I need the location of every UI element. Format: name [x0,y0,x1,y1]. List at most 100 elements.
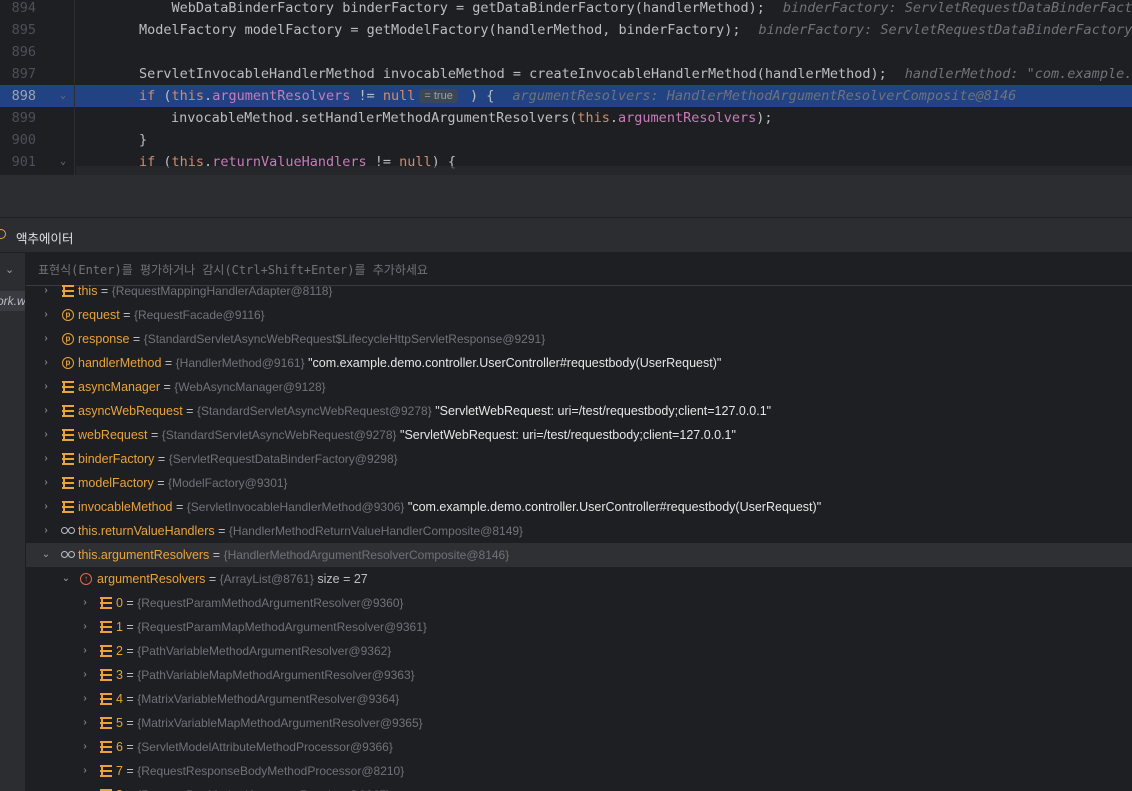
line-number[interactable]: 896 [0,41,36,63]
line-number[interactable]: 895 [0,19,36,41]
collapsed-arrow-icon[interactable]: › [40,281,52,303]
variable-type: {StandardServletAsyncWebRequest@9278} [196,404,432,418]
collapsed-arrow-icon[interactable]: › [79,735,91,759]
variable-name: this.argumentResolvers [78,548,210,562]
equals-sign: = [172,500,187,514]
collapsed-arrow-icon[interactable]: › [79,783,91,791]
tree-row[interactable]: › 7 = {RequestResponseBodyMethodProcessor… [26,759,1132,783]
inline-value-badge[interactable]: = true [419,89,458,103]
equals-sign: = [147,428,162,442]
line-number[interactable]: 900 [0,129,36,151]
collapsed-arrow-icon[interactable]: › [79,663,91,687]
collapsed-arrow-icon[interactable]: › [79,759,91,783]
variable-type: {PathVariableMapMethodArgumentResolver@9… [137,668,415,682]
tree-row[interactable]: › this = {RequestMappingHandlerAdapter@81… [26,281,1132,303]
equals-sign: = [182,404,197,418]
collapsed-arrow-icon[interactable]: › [79,639,91,663]
line-number[interactable]: 899 [0,107,36,129]
equals-sign: = [122,644,138,658]
tree-row[interactable]: › 5 = {MatrixVariableMapMethodArgumentRes… [26,711,1132,735]
collapsed-arrow-icon[interactable]: › [40,495,52,519]
line-number[interactable]: 897 [0,63,36,85]
line-number[interactable]: 898 [0,85,36,107]
code-segment: ) { [461,88,495,104]
expanded-arrow-icon[interactable]: ⌄ [40,543,52,567]
collapsed-arrow-icon[interactable]: › [40,351,52,375]
tree-row[interactable]: › p request = {RequestFacade@9116} [26,303,1132,327]
collapsed-arrow-icon[interactable]: › [79,591,91,615]
chevron-down-icon[interactable]: ⌄ [5,263,14,276]
variable-type: {HandlerMethodReturnValueHandlerComposit… [228,524,524,538]
collapsed-arrow-icon[interactable]: › [40,399,52,423]
line-number[interactable]: 901 [0,151,36,173]
code-segment: . [204,88,213,104]
expression-input[interactable] [36,260,1120,280]
variable-type: {ServletModelAttributeMethodProcessor@93… [137,740,393,754]
collapsed-arrow-icon[interactable]: › [40,327,52,351]
variable-name: 2 [116,644,123,658]
tree-row[interactable]: › binderFactory = {ServletRequestDataBind… [26,447,1132,471]
tree-row[interactable]: › 4 = {MatrixVariableMethodArgumentResolv… [26,687,1132,711]
collapsed-arrow-icon[interactable]: › [40,423,52,447]
variable-type: {StandardServletAsyncWebRequest$Lifecycl… [143,332,546,346]
variable-value: "com.example.demo.controller.UserControl… [404,500,822,514]
equals-sign: = [122,716,138,730]
tree-row[interactable]: › 2 = {PathVariableMethodArgumentResolver… [26,639,1132,663]
variable-name: 6 [116,740,123,754]
tree-row[interactable]: › 0 = {RequestParamMethodArgumentResolver… [26,591,1132,615]
editor-horizontal-scrollbar[interactable] [76,166,1132,175]
code-line: 900} [0,129,1132,151]
variable-type: {RequestParamMethodArgumentResolver@9360… [137,596,404,610]
equals-sign: = [161,356,176,370]
frame-item[interactable]: ork.w [0,291,25,311]
tree-row[interactable]: › invocableMethod = {ServletInvocableHand… [26,495,1132,519]
watch-icon [61,525,75,537]
variable-type: {ServletInvocableHandlerMethod@9306} [186,500,405,514]
variable-name: this [78,284,98,298]
collapsed-arrow-icon[interactable]: › [40,375,52,399]
variable-name: modelFactory [78,476,154,490]
field-icon [62,429,74,441]
tree-row[interactable]: › p response = {StandardServletAsyncWebReq… [26,327,1132,351]
tree-row-text: request = {RequestFacade@9116} [78,303,265,327]
tree-row[interactable]: › 6 = {ServletModelAttributeMethodProcess… [26,735,1132,759]
field-icon [62,405,74,417]
panel-splitter[interactable] [0,175,1132,218]
fold-chevron-icon[interactable]: ⌄ [60,85,66,107]
collapsed-arrow-icon[interactable]: › [40,303,52,327]
variable-name: webRequest [78,428,148,442]
collapsed-arrow-icon[interactable]: › [40,471,52,495]
fold-chevron-icon[interactable]: ⌄ [60,151,66,173]
collapsed-arrow-icon[interactable]: › [40,447,52,471]
code-line: 896 [0,41,1132,63]
keyword-this: this [577,110,610,126]
field-icon [100,765,112,777]
equals-sign: = [119,308,134,322]
tree-row[interactable]: › 1 = {RequestParamMapMethodArgumentResol… [26,615,1132,639]
collapsed-arrow-icon[interactable]: › [79,711,91,735]
code-editor[interactable]: 894 WebDataBinderFactory binderFactory =… [0,0,1132,175]
tree-row[interactable]: › this.returnValueHandlers = {HandlerMeth… [26,519,1132,543]
tree-row[interactable]: › asyncWebRequest = {StandardServletAsync… [26,399,1132,423]
tree-row[interactable]: › 8 = {RequestPartMethodArgumentResolver@… [26,783,1132,791]
line-number[interactable]: 894 [0,0,36,19]
tree-row[interactable]: › p handlerMethod = {HandlerMethod@9161} "… [26,351,1132,375]
variable-name: 7 [116,764,123,778]
code-segment: ModelFactory modelFactory = getModelFact… [139,22,741,38]
code-text: ServletInvocableHandlerMethod invocableM… [139,63,1132,85]
tree-row[interactable]: ⌄ ↑ argumentResolvers = {ArrayList@8761} s… [26,567,1132,591]
gutter-separator [74,0,75,175]
expanded-arrow-icon[interactable]: ⌄ [60,567,72,591]
variable-name: 1 [116,620,123,634]
tree-row[interactable]: › webRequest = {StandardServletAsyncWebRe… [26,423,1132,447]
tree-row[interactable]: ⌄ this.argumentResolvers = {HandlerMethod… [26,543,1132,567]
variable-value: "ServletWebRequest: uri=/test/requestbod… [431,404,772,418]
collapsed-arrow-icon[interactable]: › [79,687,91,711]
collapsed-arrow-icon[interactable]: › [40,519,52,543]
tree-row[interactable]: › asyncManager = {WebAsyncManager@9128} [26,375,1132,399]
collapsed-arrow-icon[interactable]: › [79,615,91,639]
variable-type: {ModelFactory@9301} [167,476,288,490]
keyword-null: null [382,88,416,104]
tree-row[interactable]: › 3 = {PathVariableMapMethodArgumentResol… [26,663,1132,687]
tree-row[interactable]: › modelFactory = {ModelFactory@9301} [26,471,1132,495]
